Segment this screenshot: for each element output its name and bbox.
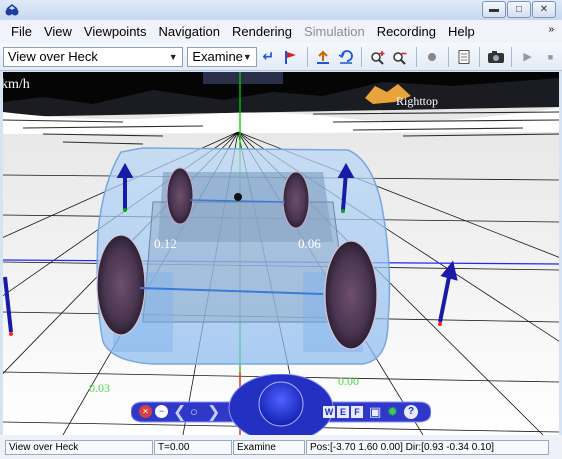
stop-icon[interactable]: ■ [541,47,560,67]
menu-navigation[interactable]: Navigation [153,20,226,43]
menu-file[interactable]: File [5,20,38,43]
3d-viewport[interactable]: km/h Righttop 0.12 0.06 0.03 0.00 ✕ − ❮ … [3,72,559,435]
menu-rendering[interactable]: Rendering [226,20,298,43]
toolbar-separator [511,46,513,67]
nav-mode-select-value: Examine [192,49,243,64]
toolbar: View over Heck ▼ Examine ▼ ↵ ▶ ■ [0,43,562,71]
menu-simulation[interactable]: Simulation [298,20,371,43]
maximize-icon: □ [515,4,523,15]
force-label-front-left: 0.12 [154,236,177,251]
minimize-button[interactable]: ▬ [482,1,506,18]
status-mode: Examine [233,439,305,455]
chevron-down-icon: ▼ [242,51,252,62]
navigation-panel: ✕ − ❮ ○ ❯ W E F ▣ ✹ ? [131,374,431,435]
sign-label: Righttop [396,94,439,108]
nav-mode-w-button[interactable]: W [323,406,335,418]
viewpoint-select-value: View over Heck [7,49,98,64]
menu-viewpoints[interactable]: Viewpoints [78,20,153,43]
toolbar-separator [479,46,481,67]
nav-mode-e-button[interactable]: E [337,406,349,418]
toolbar-separator [415,46,417,67]
menu-recording[interactable]: Recording [371,20,442,43]
straighten-icon[interactable] [313,47,332,67]
force-label-rear-left: 0.03 [89,381,110,395]
maximize-button[interactable]: □ [507,1,531,18]
help-icon[interactable]: ? [404,405,418,419]
return-icon[interactable]: ↵ [259,47,278,67]
undo-move-icon[interactable] [336,47,355,67]
toolbar-separator [361,46,363,67]
minimize-nav-icon[interactable]: − [155,405,168,418]
rotate-right-icon[interactable]: ❯ [207,402,220,422]
force-label-front-right: 0.06 [298,236,321,251]
menu-bar: File View Viewpoints Navigation Renderin… [0,20,562,43]
minimize-icon: ▬ [489,4,499,15]
zoom-out-icon[interactable] [391,47,410,67]
chevron-down-icon: ▼ [168,51,178,62]
camera-icon[interactable] [486,47,505,67]
nav-mode-select[interactable]: Examine ▼ [187,46,257,67]
zoom-in-icon[interactable] [368,47,387,67]
fit-view-icon[interactable]: ▣ [369,404,381,420]
rotate-toggle-icon[interactable]: ○ [190,404,198,419]
menu-overflow-icon[interactable]: » [548,24,554,35]
viewpoint-select[interactable]: View over Heck ▼ [2,46,183,67]
close-icon: ✕ [539,4,549,15]
status-bar: View over Heck T=0.00 Examine Pos:[-3.70… [0,435,562,459]
toolbar-separator [447,46,449,67]
flag-icon[interactable] [282,47,301,67]
menu-view[interactable]: View [38,20,78,43]
document-icon[interactable] [455,47,474,67]
headlight-icon[interactable] [423,47,442,67]
toolbar-separator [306,46,308,67]
menu-help[interactable]: Help [442,20,481,43]
status-viewpoint: View over Heck [5,439,153,455]
close-nav-icon[interactable]: ✕ [139,405,152,418]
speed-unit-label: km/h [3,77,30,92]
status-time: T=0.00 [154,439,232,455]
rotate-left-icon[interactable]: ❮ [173,402,186,422]
nav-mode-f-button[interactable]: F [351,406,363,418]
app-window: ▬ □ ✕ File View Viewpoints Navigation Re… [0,0,562,459]
examine-icon[interactable]: ✹ [387,404,398,420]
play-icon[interactable]: ▶ [518,47,537,67]
status-position: Pos:[-3.70 1.60 0.00] Dir:[0.93 -0.34 0.… [306,439,549,455]
title-bar: ▬ □ ✕ [0,0,562,20]
close-button[interactable]: ✕ [532,1,556,18]
app-icon [4,3,20,17]
